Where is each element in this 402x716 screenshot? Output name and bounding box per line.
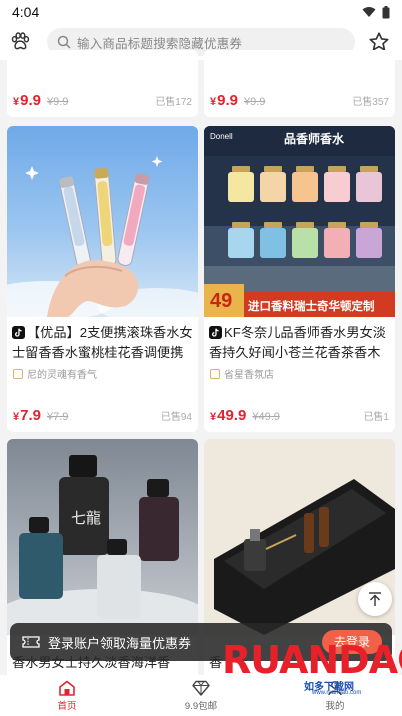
- product-image: Donell 品香师香水 49 进口香料瑞士奇华顿定制: [204, 126, 395, 317]
- arrow-up-icon: [369, 592, 381, 606]
- product-card[interactable]: ¥9.9 ¥9.9 已售172: [7, 50, 198, 117]
- search-placeholder: 输入商品标题搜索隐藏优惠券: [77, 36, 243, 51]
- wifi-icon: [362, 7, 376, 17]
- scroll-to-top-button[interactable]: [358, 582, 392, 616]
- perfume-set-illustration: [204, 126, 395, 317]
- image-badge-note: 进口香料瑞士奇华顿定制: [248, 301, 375, 313]
- product-image: [7, 126, 198, 317]
- sold-count: 已售94: [160, 412, 192, 423]
- product-image: 七龍: [7, 439, 198, 635]
- cologne-bottles-illustration: [7, 455, 198, 635]
- tab-free-shipping-label: 9.9包邮: [184, 700, 218, 712]
- battery-icon: [382, 5, 390, 18]
- product-card[interactable]: Donell 品香师香水 49 进口香料瑞士奇华顿定制 KF冬奈儿品香师香水男女…: [204, 126, 395, 432]
- app-screen: 4:04 输入商品标题搜索隐藏优惠券 ¥9.9 ¥9.9 已售172 ¥9.9 …: [0, 0, 402, 716]
- sold-count: 已售1: [363, 412, 389, 423]
- product-title: 【优品】2支便携滚珠香水女士留香香水蜜桃桂花香调便携式...: [12, 325, 193, 360]
- product-title: KF冬奈儿品香师香水男女淡香持久好闻小苍兰花香茶香木质香: [209, 325, 386, 360]
- diamond-icon: [192, 680, 210, 696]
- tab-home[interactable]: 首页: [0, 675, 134, 716]
- watermark-logo-text: RUANDAO: [222, 638, 402, 682]
- image-brand: Donell: [210, 132, 233, 141]
- coupon-icon: [22, 636, 40, 648]
- image-bottle-label: 七龍: [71, 509, 102, 527]
- original-price: ¥7.9: [46, 411, 69, 423]
- sold-count: 已售357: [352, 97, 389, 108]
- system-icons: [362, 5, 390, 19]
- shop-icon: [13, 368, 23, 379]
- ruandao-watermark-logo: RUANDAO 如多下载网 www.ruandao.com: [222, 638, 402, 696]
- douyin-icon: [12, 326, 25, 339]
- price: ¥7.9: [13, 407, 41, 424]
- price-row: ¥9.9 ¥9.9 已售172: [13, 92, 192, 109]
- status-time: 4:04: [12, 4, 40, 20]
- price-row: ¥49.9 ¥49.9 已售1: [210, 407, 389, 424]
- product-card[interactable]: ¥9.9 ¥9.9 已售357: [204, 50, 395, 117]
- original-price: ¥9.9: [243, 96, 266, 108]
- banner-text: 登录账户领取海量优惠券: [48, 635, 192, 651]
- price-row: ¥9.9 ¥9.9 已售357: [210, 92, 389, 109]
- sold-count: 已售172: [155, 97, 192, 108]
- price-row: ¥7.9 ¥7.9 已售94: [13, 407, 192, 424]
- perfume-vials-illustration: [7, 156, 198, 317]
- image-headline: 品香师香水: [284, 132, 345, 146]
- tab-mine-label: 我的: [325, 700, 345, 712]
- price: ¥49.9: [210, 407, 247, 424]
- douyin-icon: [209, 326, 222, 339]
- product-card[interactable]: 【优品】2支便携滚珠香水女士留香香水蜜桃桂花香调便携式... 尼的灵魂有香气 ¥…: [7, 126, 198, 432]
- tab-home-label: 首页: [57, 700, 77, 712]
- original-price: ¥9.9: [46, 96, 69, 108]
- search-icon: [57, 35, 71, 49]
- home-icon: [59, 680, 75, 696]
- status-bar: 4:04: [0, 0, 402, 24]
- watermark-url: www.ruandao.com: [312, 690, 362, 696]
- shop-name: 省星香氛店: [204, 366, 395, 381]
- shop-name: 尼的灵魂有香气: [7, 366, 198, 381]
- price: ¥9.9: [13, 92, 41, 109]
- shop-icon: [210, 368, 220, 379]
- image-badge-price: 49: [210, 290, 233, 312]
- price: ¥9.9: [210, 92, 238, 109]
- original-price: ¥49.9: [252, 411, 280, 423]
